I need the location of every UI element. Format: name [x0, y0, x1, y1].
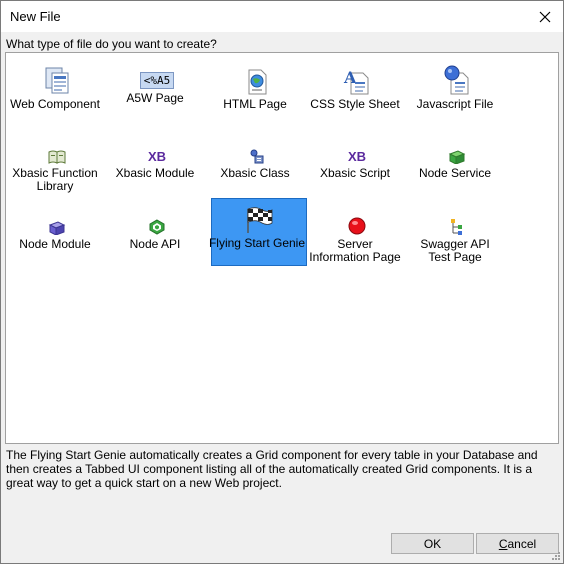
item-html-page[interactable]: HTML Page: [209, 63, 305, 131]
close-icon: [539, 11, 551, 22]
node-api-icon: [149, 219, 165, 235]
item-a5w-page[interactable]: <%A5 A5W Page: [109, 57, 205, 125]
node-service-icon: [448, 150, 466, 164]
xbasic-script-icon: XB: [347, 149, 367, 164]
server-information-icon: [348, 217, 366, 235]
item-label: CSS Style Sheet: [310, 97, 400, 111]
file-type-list[interactable]: Web Component <%A5 A5W Page HTML Page A …: [5, 52, 559, 444]
html-page-icon: [248, 69, 267, 95]
item-xbasic-function-library[interactable]: Xbasic Function Library: [9, 132, 105, 200]
window-title: New File: [10, 9, 61, 24]
close-button[interactable]: [527, 1, 563, 32]
swagger-api-icon: [451, 219, 462, 235]
description-text: The Flying Start Genie automatically cre…: [6, 448, 538, 490]
item-label: HTML Page: [223, 97, 287, 111]
item-label: Xbasic Script: [319, 166, 391, 180]
item-label: Node Service: [418, 166, 492, 180]
item-label: Server Information Page: [309, 237, 401, 264]
item-label: Xbasic Module: [115, 166, 195, 180]
new-file-dialog: New File What type of file do you want t…: [0, 0, 564, 564]
item-label: Node Module: [19, 237, 91, 251]
item-flying-start-genie[interactable]: Flying Start Genie: [209, 198, 307, 266]
checkered-flag-icon: [247, 207, 273, 233]
xbasic-function-library-icon: [48, 150, 66, 164]
node-module-icon: [48, 221, 66, 235]
item-label: Flying Start Genie: [208, 236, 306, 250]
item-label: Node API: [129, 237, 181, 251]
xbasic-class-icon: [250, 149, 264, 164]
item-label: Xbasic Class: [220, 166, 290, 180]
javascript-file-icon: [444, 65, 469, 95]
web-component-icon: [45, 67, 69, 94]
resize-grip-icon[interactable]: [551, 551, 561, 561]
item-xbasic-script[interactable]: XB Xbasic Script: [309, 132, 405, 200]
svg-text:A: A: [343, 68, 357, 87]
item-node-service[interactable]: Node Service: [409, 132, 505, 200]
ok-button[interactable]: OK: [391, 533, 474, 554]
item-label: A5W Page: [126, 91, 184, 105]
item-label: Web Component: [10, 97, 100, 111]
item-label: Xbasic Function Library: [12, 166, 98, 193]
item-javascript-file[interactable]: Javascript File: [409, 63, 505, 131]
item-web-component[interactable]: Web Component: [9, 63, 105, 131]
cancel-button-label: Cancel: [499, 537, 536, 551]
title-bar[interactable]: New File: [1, 1, 563, 32]
item-xbasic-class[interactable]: Xbasic Class: [209, 132, 305, 200]
a5w-page-icon: <%A5: [139, 72, 175, 89]
item-node-module[interactable]: Node Module: [9, 203, 105, 271]
xbasic-module-icon: XB: [147, 149, 167, 164]
cancel-button[interactable]: Cancel: [476, 533, 559, 554]
cancel-label-rest: ancel: [507, 536, 537, 551]
ok-button-label: OK: [423, 536, 442, 551]
item-server-information-page[interactable]: Server Information Page: [309, 203, 405, 271]
item-node-api[interactable]: Node API: [109, 203, 205, 271]
prompt-label: What type of file do you want to create?: [6, 37, 217, 51]
item-label: Javascript File: [416, 97, 494, 111]
item-xbasic-module[interactable]: XB Xbasic Module: [109, 132, 205, 200]
css-style-sheet-icon: A: [343, 68, 369, 95]
item-label: Swagger API Test Page: [420, 237, 490, 264]
item-swagger-api-test-page[interactable]: Swagger API Test Page: [409, 203, 505, 271]
item-css-style-sheet[interactable]: A CSS Style Sheet: [309, 63, 405, 131]
